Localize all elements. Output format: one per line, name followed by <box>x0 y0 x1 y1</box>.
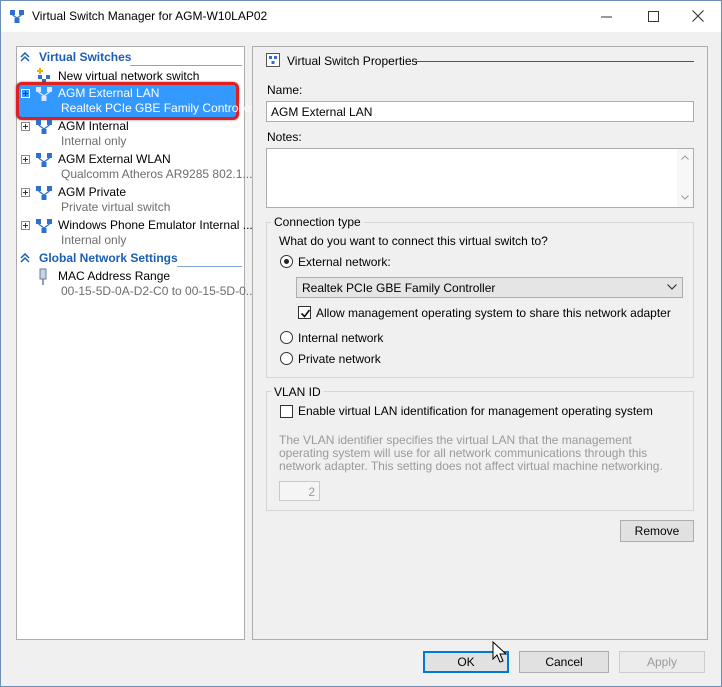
vlan-id-label: VLAN ID <box>271 385 324 399</box>
switch-name: AGM Private <box>58 185 127 199</box>
mac-range-name: MAC Address Range <box>58 269 171 283</box>
window-title: Virtual Switch Manager for AGM-W10LAP02 <box>32 9 268 23</box>
name-label: Name: <box>267 83 303 97</box>
switch-subtitle: Private virtual switch <box>61 200 171 214</box>
switch-name: AGM External WLAN <box>58 152 171 166</box>
mouse-cursor-icon <box>492 641 508 663</box>
remove-button[interactable]: Remove <box>620 520 694 542</box>
chevron-down-icon <box>667 284 677 290</box>
switch-name: AGM External LAN <box>58 86 160 100</box>
switch-subtitle: Qualcomm Atheros AR9285 802.1... <box>61 167 253 181</box>
mac-range-value: 00-15-5D-0A-D2-C0 to 00-15-5D-0... <box>61 284 256 298</box>
network-adapter-icon <box>39 268 47 285</box>
scroll-down-icon[interactable] <box>681 195 689 200</box>
new-switch-label: New virtual network switch <box>58 69 200 83</box>
allow-management-label: Allow management operating system to sha… <box>316 306 671 320</box>
title-bar: Virtual Switch Manager for AGM-W10LAP02 <box>1 1 721 32</box>
allow-management-checkbox[interactable] <box>298 306 311 319</box>
close-icon <box>692 10 704 22</box>
notes-textarea[interactable] <box>266 148 694 208</box>
switch-properties-icon <box>266 53 280 67</box>
switch-item-agm-external-lan[interactable]: AGM External LAN Realtek PCIe GBE Family… <box>17 85 254 119</box>
notes-label: Notes: <box>267 130 302 144</box>
network-adapter-value: Realtek PCIe GBE Family Controller <box>302 281 496 295</box>
vlan-description: The VLAN identifier specifies the virtua… <box>279 433 663 473</box>
virtual-switches-header[interactable]: Virtual Switches <box>17 49 244 66</box>
name-input[interactable]: AGM External LAN <box>266 101 694 122</box>
internal-network-radio[interactable] <box>280 331 293 344</box>
virtual-switch-icon <box>36 186 52 200</box>
collapse-chevron-icon <box>20 52 30 62</box>
switch-name: Windows Phone Emulator Internal ... <box>58 218 253 232</box>
enable-vlan-label: Enable virtual LAN identification for ma… <box>298 404 653 418</box>
minimize-icon <box>600 16 612 17</box>
expand-icon[interactable] <box>21 89 30 98</box>
external-network-label: External network: <box>298 255 391 269</box>
apply-button[interactable]: Apply <box>619 651 705 673</box>
virtual-switch-icon <box>36 120 52 134</box>
virtual-switches-label: Virtual Switches <box>39 50 132 64</box>
mac-address-range-item[interactable]: MAC Address Range 00-15-5D-0A-D2-C0 to 0… <box>17 268 256 302</box>
scroll-up-icon[interactable] <box>681 155 689 160</box>
network-switch-app-icon <box>10 10 24 23</box>
private-network-label: Private network <box>298 352 381 366</box>
checkmark-icon <box>300 309 311 318</box>
expand-icon[interactable] <box>21 155 30 164</box>
cancel-button[interactable]: Cancel <box>519 651 609 673</box>
global-network-settings-header[interactable]: Global Network Settings <box>17 250 244 267</box>
maximize-button[interactable] <box>630 1 676 31</box>
expand-icon[interactable] <box>21 188 30 197</box>
expand-icon[interactable] <box>21 122 30 131</box>
close-button[interactable] <box>675 1 721 31</box>
minimize-button[interactable] <box>583 1 629 31</box>
network-adapter-select[interactable]: Realtek PCIe GBE Family Controller <box>296 277 683 298</box>
switch-item-agm-internal[interactable]: AGM Internal Internal only <box>17 119 244 153</box>
expand-icon[interactable] <box>21 221 30 230</box>
internal-network-label: Internal network <box>298 331 384 345</box>
switch-subtitle: Internal only <box>61 134 127 148</box>
switch-item-agm-private[interactable]: AGM Private Private virtual switch <box>17 185 244 219</box>
section-title: Virtual Switch Properties <box>287 54 418 68</box>
virtual-switch-icon <box>36 219 52 233</box>
global-network-settings-label: Global Network Settings <box>39 251 178 265</box>
virtual-switch-manager-window: Virtual Switch Manager for AGM-W10LAP02 … <box>0 0 722 687</box>
private-network-radio[interactable] <box>280 352 293 365</box>
connection-type-label: Connection type <box>271 215 364 229</box>
virtual-switch-icon <box>36 87 52 101</box>
collapse-chevron-icon <box>20 253 30 263</box>
switch-item-windows-phone-emulator[interactable]: Windows Phone Emulator Internal ... Inte… <box>17 218 253 252</box>
external-network-radio[interactable] <box>280 255 293 268</box>
switch-name: AGM Internal <box>58 119 129 133</box>
section-title-rule <box>412 61 694 62</box>
switch-item-agm-external-wlan[interactable]: AGM External WLAN Qualcomm Atheros AR928… <box>17 152 252 186</box>
connection-question: What do you want to connect this virtual… <box>279 234 548 248</box>
vlan-id-input[interactable]: 2 <box>279 481 320 501</box>
notes-scrollbar[interactable] <box>677 149 693 207</box>
virtual-switch-icon <box>36 153 52 167</box>
switch-subtitle: Realtek PCIe GBE Family Controller <box>61 101 255 115</box>
enable-vlan-checkbox[interactable] <box>280 405 293 418</box>
switch-subtitle: Internal only <box>61 233 127 247</box>
maximize-icon <box>647 10 659 22</box>
